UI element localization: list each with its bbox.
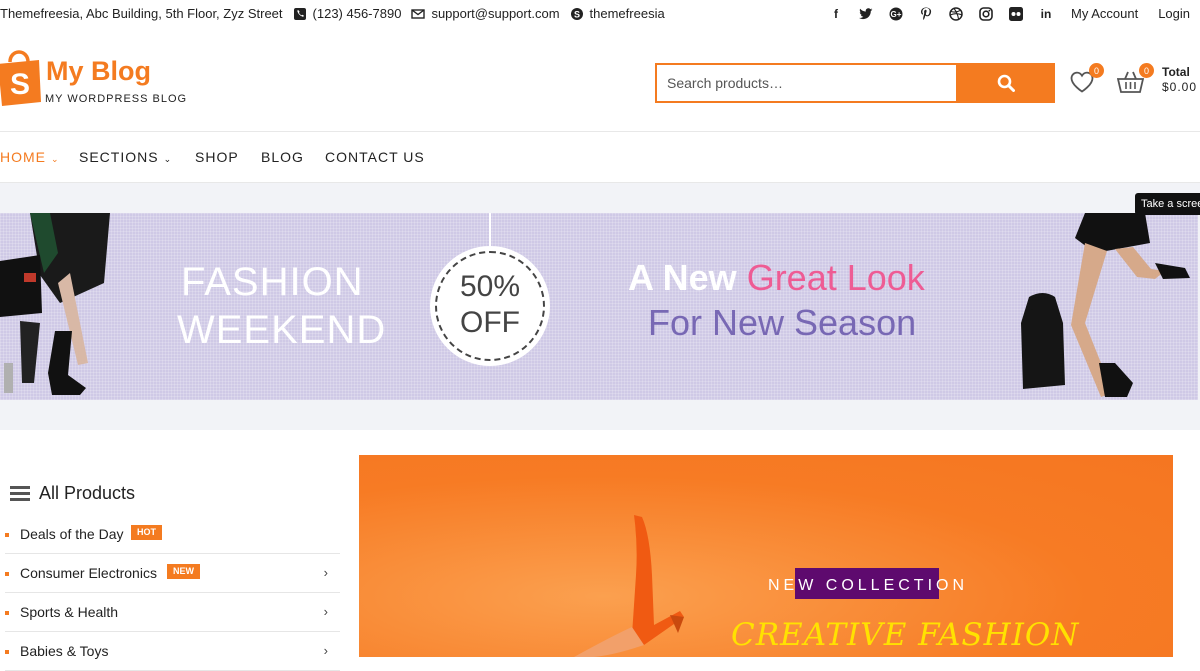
search-button[interactable]: [956, 63, 1055, 103]
twitter-icon[interactable]: [858, 7, 873, 21]
svg-text:G+: G+: [891, 10, 902, 19]
tag-string: [489, 213, 491, 249]
mail-icon: [411, 7, 426, 21]
instagram-icon[interactable]: [979, 6, 993, 21]
model-right-image: [1021, 213, 1190, 397]
nav-item-blog[interactable]: BLOG: [261, 149, 304, 165]
skype-icon: S: [570, 7, 584, 21]
banner-weekend-text: WEEKEND: [177, 308, 387, 352]
search-input[interactable]: [655, 63, 956, 103]
headline-great-look: Great Look: [746, 257, 925, 298]
address-text: Themefreesia, Abc Building, 5th Floor, Z…: [0, 6, 283, 21]
new-badge: NEW: [167, 564, 200, 579]
screenshot-tooltip: Take a screenshot: [1135, 193, 1200, 215]
nav-item-sections[interactable]: SECTIONS ⌄: [79, 149, 172, 165]
phone-icon: [293, 7, 307, 21]
cart-count-badge: 0: [1139, 63, 1154, 78]
bullet-dot: [5, 572, 9, 576]
cart-total-label: Total: [1162, 65, 1190, 79]
wishlist-count-badge: 0: [1089, 63, 1104, 78]
site-logo-icon[interactable]: S: [0, 48, 42, 106]
category-label: Consumer Electronics: [20, 565, 157, 581]
chevron-right-icon: ›: [323, 565, 328, 580]
contact-info: Themefreesia, Abc Building, 5th Floor, Z…: [0, 6, 665, 21]
category-item[interactable]: Sports & Health ›: [5, 593, 340, 632]
banner-subheadline: For New Season: [648, 302, 917, 343]
google-plus-icon[interactable]: G+: [889, 7, 903, 21]
top-bar: Themefreesia, Abc Building, 5th Floor, Z…: [0, 0, 1200, 30]
chevron-right-icon: ›: [323, 643, 328, 658]
hot-badge: HOT: [131, 525, 162, 540]
headline-a: A New: [628, 257, 747, 298]
discount-off: OFF: [460, 306, 520, 339]
pinterest-icon[interactable]: [919, 7, 933, 21]
all-products-header[interactable]: All Products: [10, 483, 135, 504]
bullet-dot: [5, 533, 9, 537]
dribbble-icon[interactable]: [949, 6, 963, 21]
nav-home-label: HOME: [0, 149, 46, 165]
high-heel-image: [574, 515, 684, 657]
facebook-icon[interactable]: f: [829, 7, 843, 21]
linkedin-icon[interactable]: in: [1039, 7, 1053, 21]
flickr-icon[interactable]: [1008, 6, 1023, 21]
chevron-right-icon: ›: [323, 604, 328, 619]
all-products-title: All Products: [39, 483, 136, 503]
login-link[interactable]: Login: [1158, 6, 1190, 21]
my-account-link[interactable]: My Account: [1071, 6, 1138, 21]
discount-percent: 50%: [459, 270, 521, 303]
bullet-dot: [5, 611, 9, 615]
chevron-down-icon: ⌄: [163, 154, 173, 164]
main-navigation: HOME ⌄ SECTIONS ⌄ SHOP BLOG CONTACT US: [0, 131, 1200, 183]
fashion-banner[interactable]: FASHION WEEKEND 50% OFF A New Great Look…: [0, 213, 1198, 400]
svg-text:S: S: [574, 9, 580, 19]
svg-text:S: S: [10, 68, 30, 101]
hero-title: CREATIVE FASHION: [731, 617, 1080, 653]
cart-total-amount: $0.00: [1162, 80, 1198, 94]
phone-text[interactable]: (123) 456-7890: [313, 6, 402, 21]
search-icon: [997, 74, 1015, 92]
nav-item-home[interactable]: HOME ⌄: [0, 149, 60, 165]
email-link[interactable]: support@support.com: [431, 6, 559, 21]
banner-headline: A New Great Look: [628, 257, 925, 299]
banner-fashion-text: FASHION: [181, 260, 364, 304]
product-search: [655, 63, 1055, 103]
nav-item-shop[interactable]: SHOP: [195, 149, 239, 165]
category-label: Deals of the Day: [20, 526, 124, 542]
nav-item-contact[interactable]: CONTACT US: [325, 149, 425, 165]
model-left-image: [0, 213, 110, 395]
site-tagline: MY WORDPRESS BLOG: [45, 93, 188, 105]
hero-slide[interactable]: NEW COLLECTION CREATIVE FASHION: [359, 455, 1173, 657]
site-title[interactable]: My Blog: [46, 56, 151, 87]
category-label: Sports & Health: [20, 604, 119, 620]
top-bar-right: f G+ in My Account Login: [813, 6, 1190, 21]
category-item[interactable]: Consumer Electronics NEW ›: [5, 554, 340, 593]
hamburger-menu-icon: [10, 486, 30, 501]
category-item[interactable]: Deals of the Day HOT: [5, 515, 340, 554]
nav-sections-label: SECTIONS: [79, 149, 159, 165]
hero-subtitle: NEW COLLECTION: [768, 577, 969, 594]
chevron-down-icon: ⌄: [51, 154, 60, 164]
bullet-dot: [5, 650, 9, 654]
category-item[interactable]: Babies & Toys ›: [5, 632, 340, 671]
skype-text[interactable]: themefreesia: [590, 6, 665, 21]
